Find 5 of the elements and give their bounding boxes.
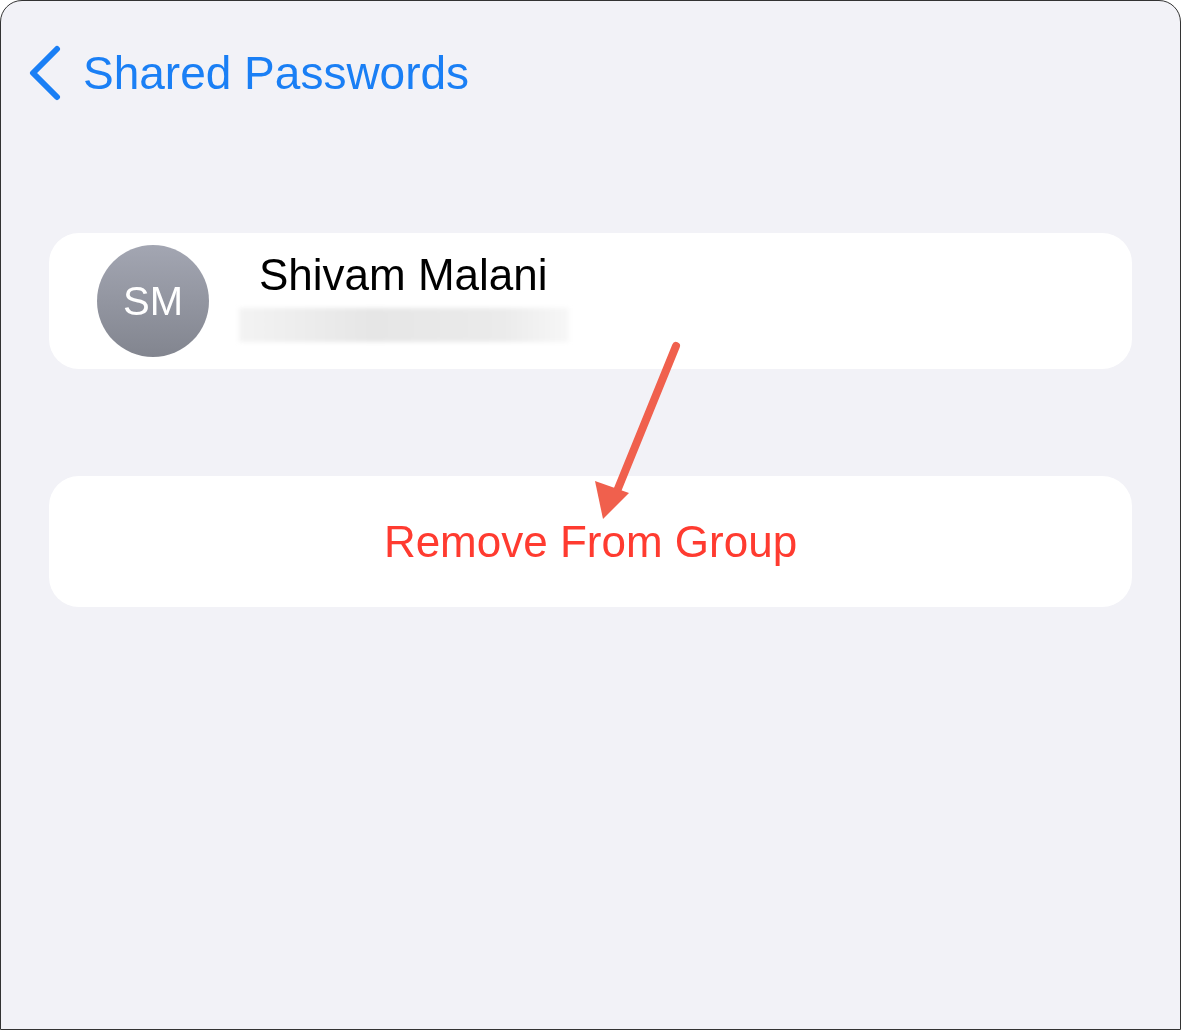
back-button[interactable]: Shared Passwords <box>27 45 470 101</box>
avatar: SM <box>97 245 209 357</box>
member-name: Shivam Malani <box>259 250 549 300</box>
remove-from-group-button[interactable]: Remove From Group <box>49 476 1132 607</box>
member-card[interactable]: SM Shivam Malani <box>49 233 1132 369</box>
